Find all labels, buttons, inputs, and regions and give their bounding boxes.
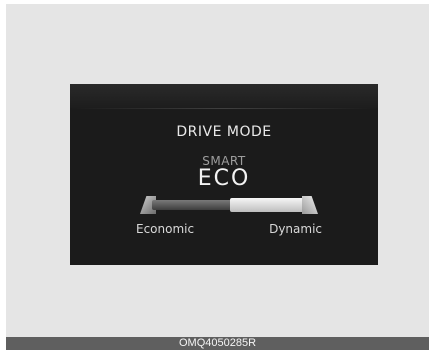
drive-mode-screen: DRIVE MODE SMART ECO Economic Dynamic — [70, 84, 378, 265]
slider-labels: Economic Dynamic — [136, 222, 322, 236]
slider-dynamic-segment — [230, 198, 312, 212]
drive-mode-slider — [140, 196, 318, 216]
figure-frame: DRIVE MODE SMART ECO Economic Dynamic — [6, 4, 429, 337]
screen-title: DRIVE MODE — [176, 124, 272, 140]
slider-economic-segment — [152, 200, 240, 210]
slider-right-cap — [302, 196, 318, 214]
dynamic-label: Dynamic — [269, 222, 322, 236]
economic-label: Economic — [136, 222, 195, 236]
image-code-caption: OMQ4050285R — [6, 337, 429, 350]
mode-label: ECO — [197, 166, 251, 191]
